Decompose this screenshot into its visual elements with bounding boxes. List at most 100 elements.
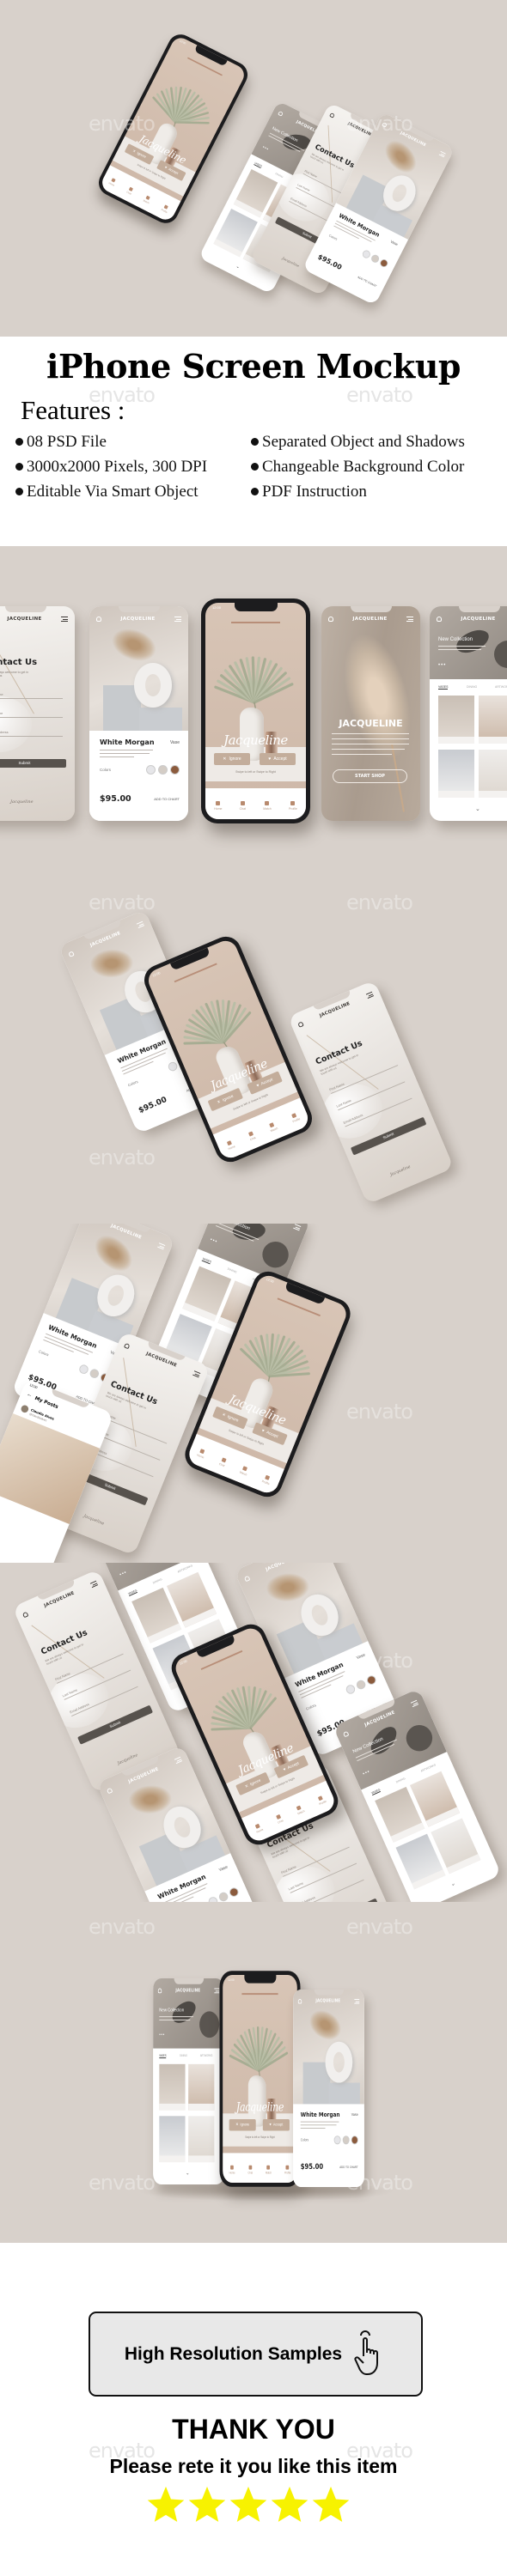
nav-item-profile[interactable]: Profile — [161, 204, 170, 214]
nav-item-chat[interactable]: Chat — [218, 1456, 227, 1467]
add-to-cart-button[interactable]: ADD TO CHART — [154, 797, 180, 801]
shop-tab[interactable]: VASES — [370, 1788, 382, 1796]
product-card[interactable] — [188, 2116, 215, 2163]
shop-tab[interactable]: VASES — [438, 685, 449, 690]
user-icon[interactable] — [123, 1342, 131, 1350]
menu-icon[interactable] — [365, 991, 375, 999]
nav-item-match[interactable]: Match — [267, 1121, 278, 1133]
nav-item-profile[interactable]: Profile — [316, 1795, 327, 1806]
nav-item-home[interactable]: Home — [225, 1139, 235, 1151]
nav-item-match[interactable]: Match — [143, 195, 152, 204]
user-icon[interactable] — [382, 122, 388, 128]
star-icon[interactable] — [146, 2485, 186, 2524]
color-swatch[interactable] — [158, 765, 168, 775]
user-icon[interactable] — [21, 1611, 29, 1619]
chevron-down-icon[interactable]: ⌄ — [235, 264, 241, 270]
contact-field[interactable]: Email Address — [0, 730, 63, 737]
start-shop-button[interactable]: START SHOP — [333, 769, 407, 783]
nav-item-chat[interactable]: Chat — [247, 1131, 256, 1141]
product-card[interactable] — [188, 2063, 215, 2111]
color-swatch[interactable] — [146, 765, 156, 775]
ignore-button[interactable]: ✕ Ignore — [214, 753, 250, 765]
chevron-down-icon[interactable]: ⌄ — [186, 2170, 189, 2177]
submit-button[interactable]: Submit — [0, 759, 66, 768]
shop-tab[interactable]: ARTWORKS — [495, 685, 507, 689]
menu-icon[interactable] — [406, 617, 413, 622]
nav-item-chat[interactable]: Chat — [240, 800, 246, 811]
product-card[interactable] — [159, 2063, 186, 2111]
user-icon[interactable] — [342, 1730, 350, 1738]
star-icon[interactable] — [270, 2485, 309, 2524]
shop-tab[interactable]: DINING — [180, 2054, 187, 2057]
menu-icon[interactable] — [214, 1988, 220, 1994]
ignore-button[interactable]: ✕ Ignore — [229, 2119, 256, 2131]
nav-item-profile[interactable]: Profile — [290, 1112, 301, 1123]
product-card[interactable] — [438, 750, 474, 798]
color-swatch[interactable] — [333, 2136, 341, 2145]
menu-icon[interactable] — [410, 1699, 419, 1708]
shop-tab[interactable]: DINING — [227, 1267, 237, 1274]
nav-item-home[interactable]: Home — [229, 2165, 235, 2174]
rating-stars[interactable] — [146, 2485, 361, 2524]
color-swatch[interactable] — [342, 2136, 350, 2145]
contact-field[interactable]: First Name — [0, 692, 63, 699]
nav-item-profile[interactable]: Profile — [284, 2165, 290, 2174]
product-card[interactable] — [438, 696, 474, 744]
product-card[interactable] — [159, 2116, 186, 2163]
back-arrow-icon[interactable]: ← — [26, 1391, 34, 1399]
nav-item-home[interactable]: Home — [108, 177, 118, 186]
user-icon[interactable] — [157, 1988, 162, 1994]
product-card[interactable] — [479, 696, 507, 744]
high-resolution-samples-button[interactable]: High Resolution Samples — [89, 2312, 423, 2397]
nav-item-match[interactable]: Match — [239, 1465, 249, 1476]
shop-tab[interactable]: DINING — [467, 685, 477, 689]
nav-item-home[interactable]: Home — [214, 800, 222, 811]
user-icon[interactable] — [106, 1787, 113, 1795]
contact-field[interactable]: Last Name — [0, 711, 63, 718]
menu-icon[interactable] — [174, 617, 181, 622]
shop-tab[interactable]: DINING — [395, 1777, 406, 1783]
user-icon[interactable] — [297, 1021, 304, 1028]
shop-tab[interactable]: DINING — [275, 172, 284, 178]
menu-icon[interactable] — [174, 1756, 183, 1765]
color-swatch[interactable] — [170, 765, 180, 775]
shop-tab[interactable]: ARTWORKS — [420, 1763, 437, 1772]
user-icon[interactable] — [329, 112, 335, 118]
shop-tab[interactable]: VASES — [127, 1589, 138, 1597]
user-icon[interactable] — [68, 951, 75, 957]
chevron-down-icon[interactable]: ⌄ — [449, 1880, 456, 1887]
menu-icon[interactable] — [136, 920, 145, 929]
nav-item-match[interactable]: Match — [266, 2165, 272, 2174]
user-icon[interactable] — [328, 617, 333, 622]
chevron-down-icon[interactable]: ⌄ — [475, 805, 480, 812]
product-card[interactable] — [479, 750, 507, 798]
nav-item-profile[interactable]: Profile — [289, 800, 297, 811]
nav-item-chat[interactable]: Chat — [248, 2165, 253, 2174]
user-icon[interactable] — [297, 1999, 302, 2004]
nav-item-chat[interactable]: Chat — [126, 186, 134, 195]
shop-tab[interactable]: VASES — [201, 1257, 212, 1265]
nav-item-home[interactable]: Home — [254, 1822, 264, 1833]
menu-icon[interactable] — [61, 617, 68, 622]
shop-tab[interactable]: ARTWORKS — [177, 1564, 193, 1573]
nav-item-match[interactable]: Match — [263, 800, 272, 811]
user-icon[interactable] — [278, 111, 284, 117]
color-swatch[interactable] — [351, 2136, 358, 2145]
add-to-cart-button[interactable]: ADD TO CHART — [339, 2165, 357, 2169]
user-icon[interactable] — [96, 617, 101, 622]
user-icon[interactable] — [437, 617, 442, 622]
nav-item-profile[interactable]: Profile — [261, 1474, 272, 1485]
shop-tab[interactable]: VASES — [159, 2054, 167, 2059]
star-icon[interactable] — [229, 2485, 268, 2524]
nav-item-home[interactable]: Home — [197, 1448, 207, 1459]
nav-item-chat[interactable]: Chat — [275, 1814, 284, 1824]
menu-icon[interactable] — [354, 1999, 360, 2004]
accept-button[interactable]: ♥ Accept — [262, 2119, 290, 2131]
menu-icon[interactable] — [192, 1370, 201, 1378]
nav-item-match[interactable]: Match — [295, 1804, 305, 1815]
star-icon[interactable] — [311, 2485, 351, 2524]
shop-tab[interactable]: ARTWORKS — [200, 2054, 213, 2057]
user-icon[interactable] — [243, 1575, 251, 1583]
shop-tab[interactable]: VASES — [254, 161, 263, 169]
star-icon[interactable] — [187, 2485, 227, 2524]
